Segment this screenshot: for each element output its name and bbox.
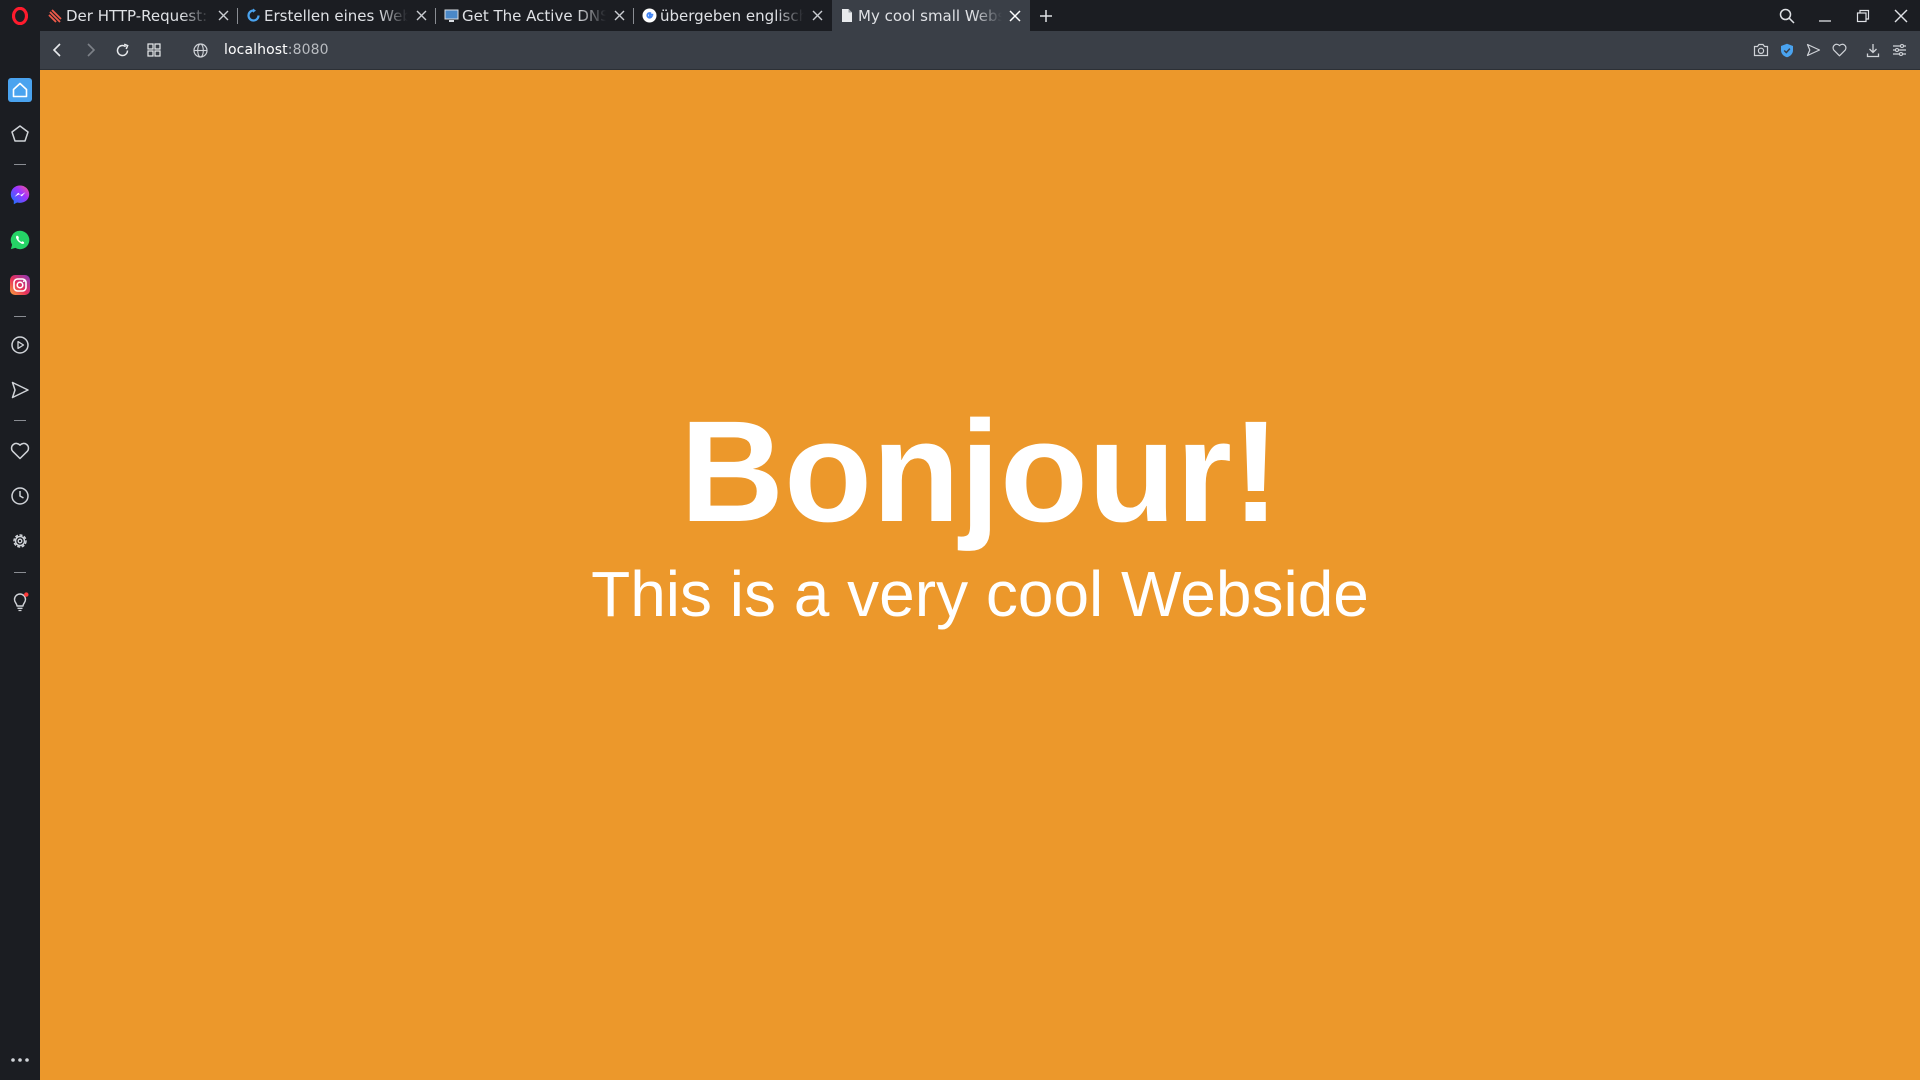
address-toolbar: localhost:8080 [40,31,1920,70]
sidebar-messenger[interactable] [6,181,34,209]
home-icon [8,78,32,102]
tab-title: Erstellen eines Webs [264,6,408,25]
sidebar-home[interactable] [6,76,34,104]
tab-0[interactable]: Der HTTP-Request: D [40,0,238,31]
minimize-button[interactable] [1806,0,1844,31]
sidebar-more[interactable] [6,1046,34,1074]
google-favicon-icon [641,8,657,24]
history-icon [11,487,29,505]
chevron-right-icon [87,43,96,57]
opera-menu-button[interactable] [0,0,40,31]
url-text: localhost:8080 [224,42,329,58]
sync-site-favicon-icon [245,8,261,24]
speed-dial-icon [11,125,29,142]
close-icon [416,10,426,21]
camera-icon [1753,43,1769,57]
flow-icon [11,381,29,399]
window-controls [1768,0,1920,31]
sidebar-player[interactable] [6,331,34,359]
tab-title: übergeben englisch [660,6,804,25]
instagram-icon [10,275,30,295]
browser-window: Der HTTP-Request: D Erstellen eines Webs [0,0,1920,1080]
tab-search-button[interactable] [1768,0,1806,31]
page-subtitle: This is a very cool Webside [591,558,1369,630]
sidebar-whatsapp[interactable] [6,226,34,254]
address-field[interactable]: localhost:8080 [188,31,329,70]
tab-title: My cool small Websi [858,6,1002,25]
close-icon [1894,9,1908,22]
back-button[interactable] [42,31,74,70]
tips-bulb-icon [13,592,29,612]
messenger-icon [10,185,30,205]
close-icon [614,10,624,21]
tab-close-button[interactable] [1006,7,1024,25]
globe-icon [188,38,212,62]
reload-button[interactable] [106,31,138,70]
heart-icon [1831,43,1847,57]
download-icon [1866,43,1880,57]
plus-icon [1040,9,1052,22]
sidebar-instagram[interactable] [6,271,34,299]
new-tab-button[interactable] [1030,0,1062,31]
url-port: :8080 [287,42,329,58]
snapshot-button[interactable] [1748,31,1774,70]
sidebar-settings[interactable] [6,527,34,555]
tab-3[interactable]: übergeben englisch [634,0,832,31]
grid-icon [147,43,161,57]
easy-setup-button[interactable] [1886,31,1912,70]
tab-1[interactable]: Erstellen eines Webs [238,0,436,31]
settings-icon [13,534,27,548]
minimize-icon [1819,19,1831,22]
monitor-favicon-icon [443,8,459,24]
tab-title: Get The Active DNS S [462,6,606,25]
url-host: localhost [224,42,288,58]
tab-close-button[interactable] [808,7,826,25]
restore-icon [1856,9,1870,22]
search-icon [1779,8,1795,24]
send-icon [1806,43,1820,57]
player-icon [11,336,29,354]
page-viewport: Bonjour! This is a very cool Webside [40,70,1920,1080]
close-icon [812,10,822,21]
toolbar-right [1748,31,1920,70]
restore-button[interactable] [1844,0,1882,31]
vpn-shield-button[interactable] [1774,31,1800,70]
tiles-button[interactable] [138,31,170,70]
sidebar-speed-dial[interactable] [6,120,34,148]
bookmarks-heart-icon [10,442,30,460]
whatsapp-icon [10,230,30,250]
tab-close-button[interactable] [610,7,628,25]
page-heading: Bonjour! [680,391,1280,552]
reload-icon [116,43,129,56]
tab-close-button[interactable] [214,7,232,25]
tab-4-active[interactable]: My cool small Websi [832,0,1030,31]
sidebar [0,31,40,1080]
sidebar-tips[interactable] [6,588,34,616]
bookmark-heart-button[interactable] [1826,31,1852,70]
document-favicon-icon [839,8,855,24]
forward-button[interactable] [74,31,106,70]
tab-2[interactable]: Get The Active DNS S [436,0,634,31]
settings-sliders-icon [1892,43,1906,57]
sidebar-flow[interactable] [6,376,34,404]
tab-title: Der HTTP-Request: D [66,6,210,25]
shield-icon [1781,43,1793,57]
stack-overflow-favicon-icon [47,8,63,24]
chevron-left-icon [52,43,61,57]
tab-strip: Der HTTP-Request: D Erstellen eines Webs [0,0,1920,31]
close-icon [1009,9,1021,22]
send-to-flow-button[interactable] [1800,31,1826,70]
opera-logo-icon [12,6,28,25]
close-icon [218,10,228,21]
close-window-button[interactable] [1882,0,1920,31]
tab-close-button[interactable] [412,7,430,25]
sidebar-bookmarks[interactable] [6,437,34,465]
downloads-button[interactable] [1860,31,1886,70]
more-icon [11,1058,29,1062]
sidebar-history[interactable] [6,482,34,510]
